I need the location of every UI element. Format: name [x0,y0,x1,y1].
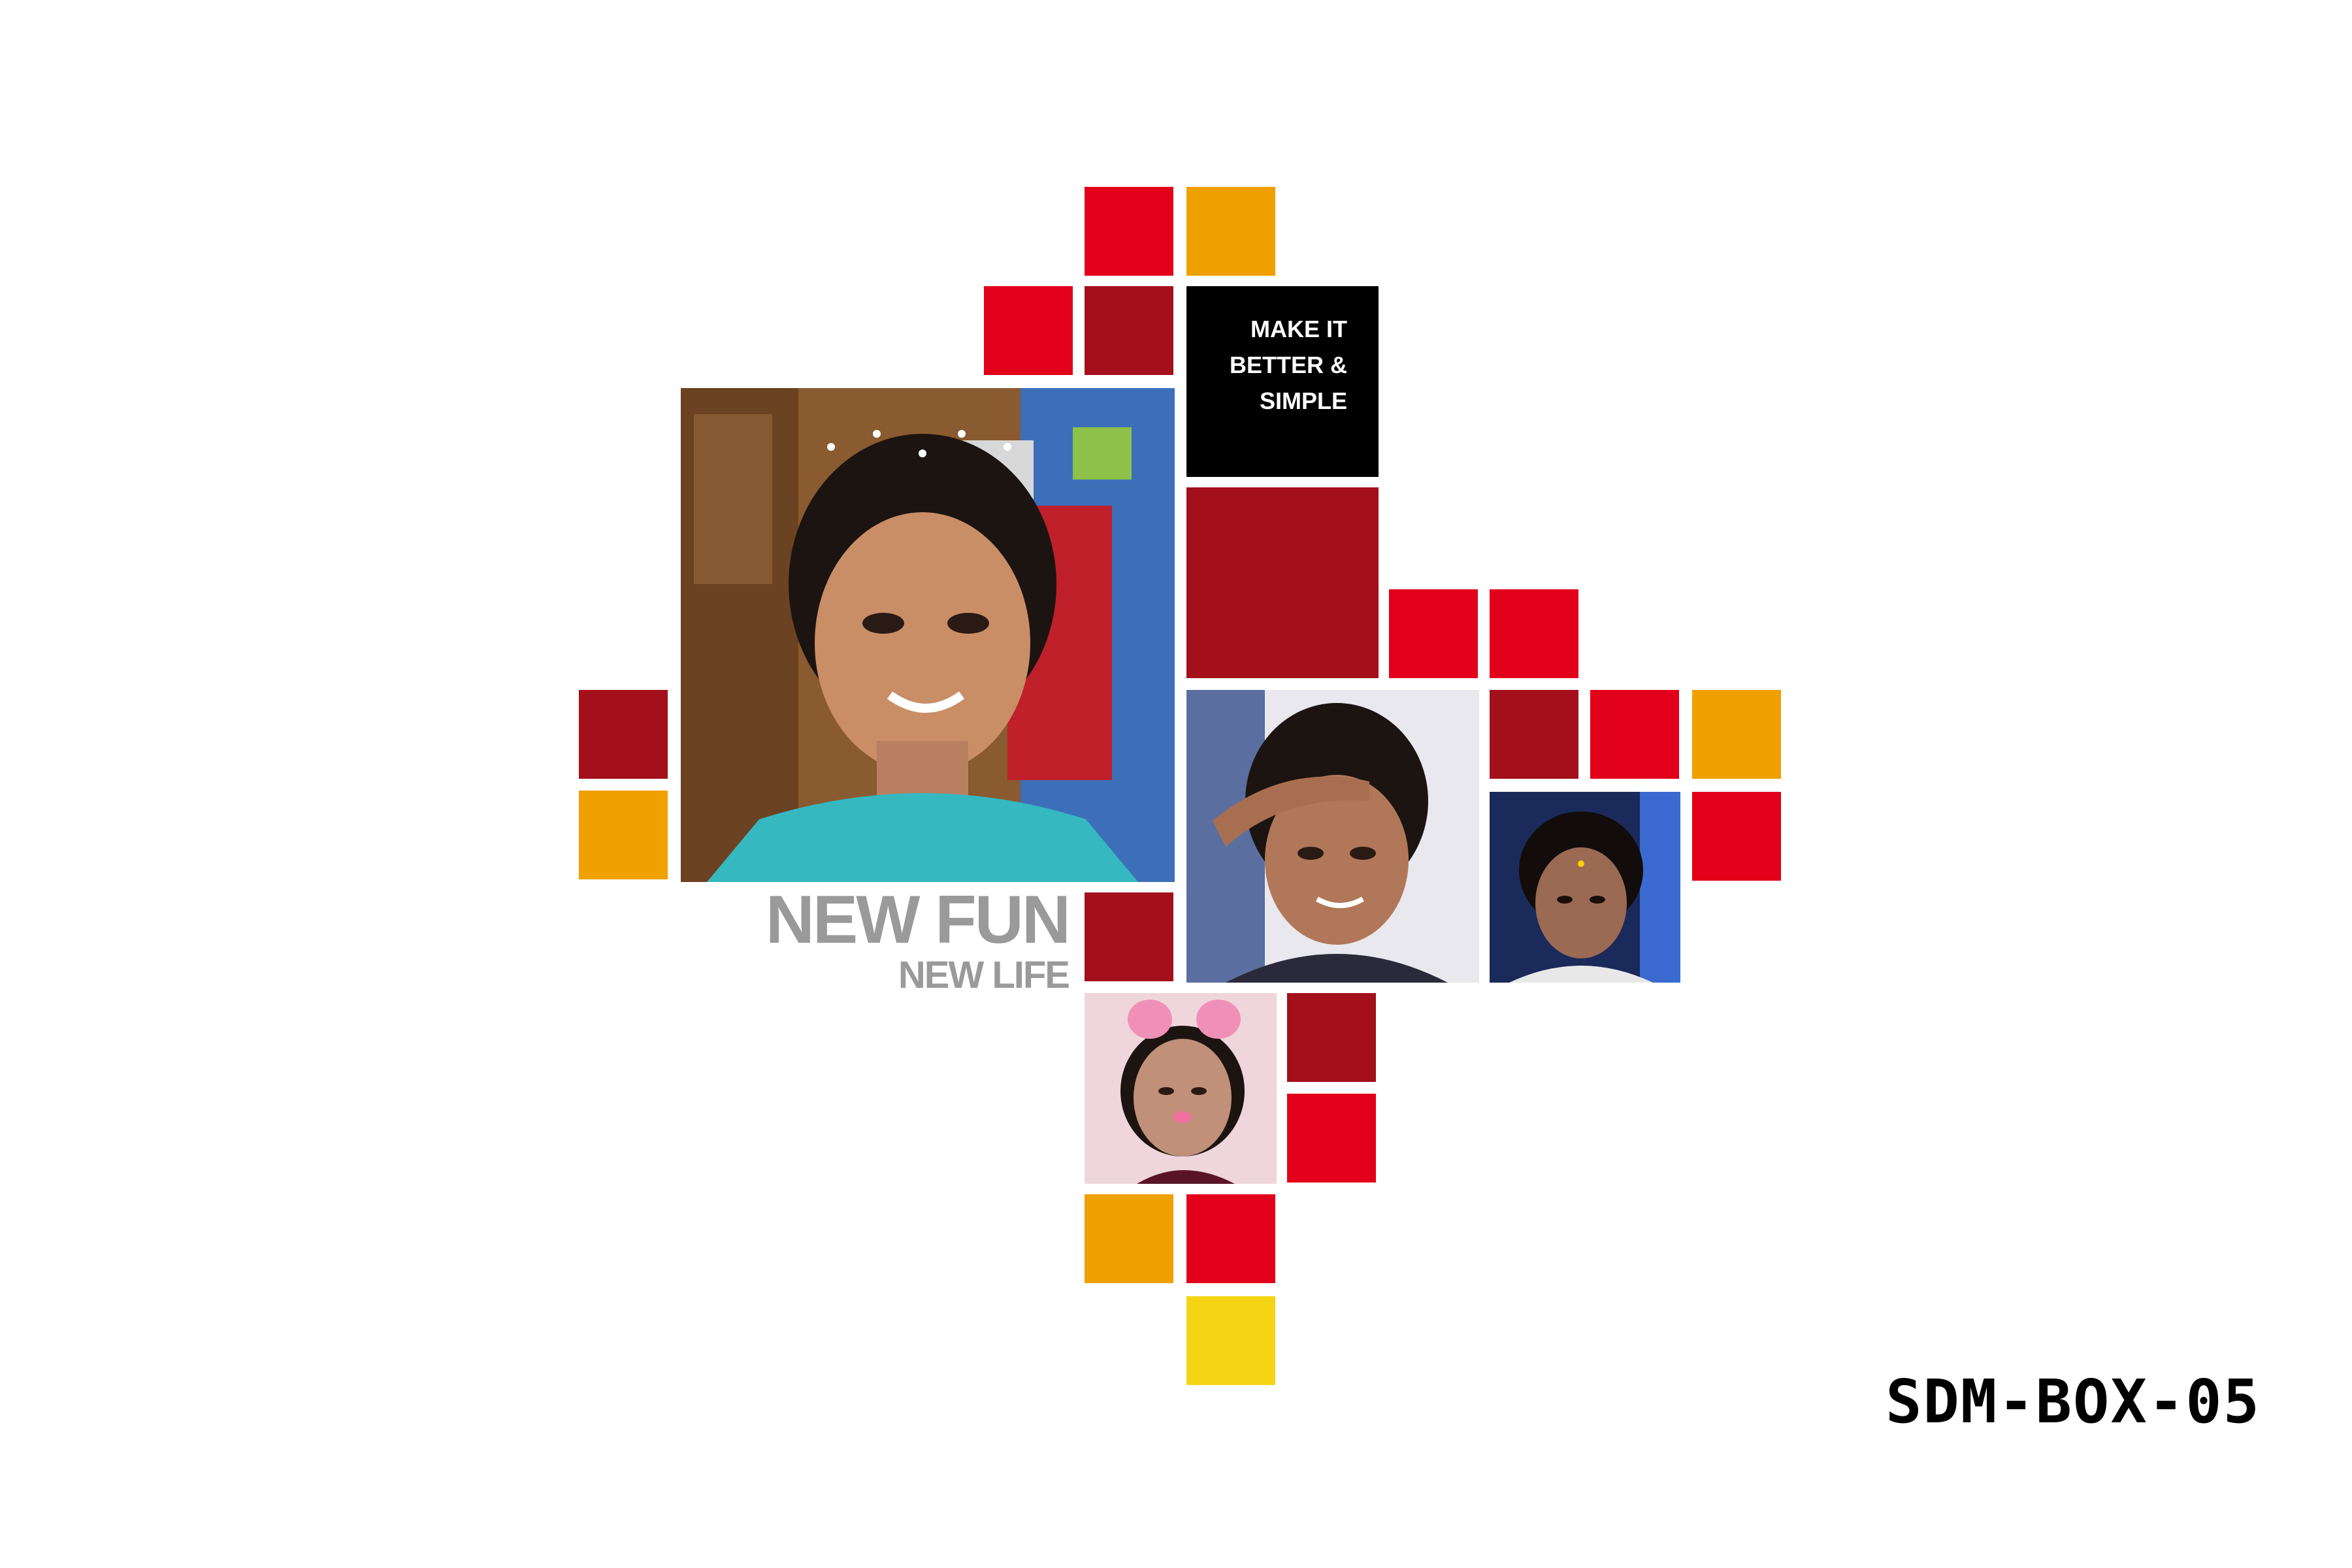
photo-main-portrait [681,388,1175,882]
photo-small-portrait [1490,792,1680,983]
headline-line-2: NEW LIFE [898,954,1070,996]
photo-salute [1186,690,1479,983]
tile-dark-red [1085,286,1173,375]
tile-red [1389,589,1478,678]
tagline-line-2: BETTER & [1230,351,1347,378]
tile-red [1590,690,1679,779]
tile-dark-red [1085,892,1173,981]
tile-yellow [1186,1296,1275,1385]
tile-orange [1692,690,1781,779]
headline-line-1: NEW FUN [765,882,1071,958]
tile-dark-red [579,690,668,779]
tile-dark-red [1287,993,1376,1082]
tile-orange [1186,187,1275,276]
tile-red [1287,1094,1376,1183]
tile-red [984,286,1073,375]
tile-red [1186,1194,1275,1283]
tile-red [1085,187,1173,276]
tile-red [1692,792,1781,881]
tagline-line-1: MAKE IT [1250,316,1347,342]
tile-dark-red [1490,690,1578,779]
tagline-box: MAKE IT BETTER & SIMPLE [1186,286,1379,477]
headline: NEW FUN NEW LIFE [719,882,1071,997]
collage-canvas: MAKE IT BETTER & SIMPLE NEW FUN NEW LIFE… [0,0,2352,1568]
photo-cat-filter [1085,993,1277,1184]
tile-orange [1085,1194,1173,1283]
tile-dark-red-large [1186,487,1379,678]
tile-orange [579,791,668,879]
tagline-line-3: SIMPLE [1259,387,1347,414]
tile-red [1490,589,1578,678]
product-code-label: SDM-BOX-05 [1886,1367,2261,1437]
